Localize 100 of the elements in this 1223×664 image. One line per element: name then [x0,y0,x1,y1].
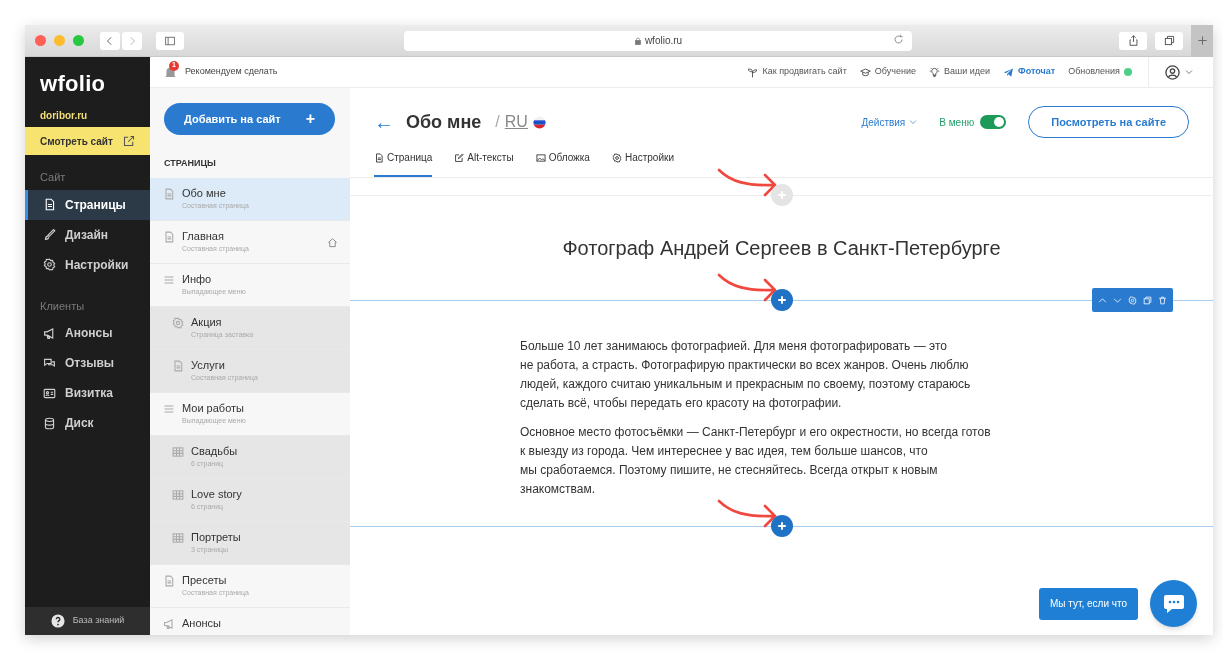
page-title: Услуги [191,357,226,373]
paragraph: Основное место фотосъёмки — Санкт-Петербург и его окрестности, но всегда готов к выезду из города. Чем интереснее у вас идея, тем больше шансов, что мы сработаемся. Поэтому пишите, не стесняйтесь. Всегда открыт к новым знакомствам. [520,424,992,498]
sidebar-item[interactable]: Дизайн [25,219,150,250]
trash-icon [1158,295,1167,305]
sidebar-item[interactable]: Визитка [25,378,150,408]
knowledge-base-link[interactable]: База знаний [25,607,150,635]
site-domain: doribor.ru [39,109,89,123]
address-text: wfolio.ru [644,34,683,48]
hamburger-icon [163,273,175,286]
header-link[interactable]: Обновления [1068,65,1132,79]
megaphone-icon [163,617,175,630]
grid-icon [172,445,184,458]
chat-bubble-icon [1162,593,1185,614]
actions-dropdown[interactable]: Действия [861,114,918,130]
share-button[interactable] [1119,31,1147,50]
tabs-icon [1163,35,1175,46]
page-title: Анонсы [182,615,222,631]
editor-tab[interactable]: Настройки [611,150,674,177]
chevron-right-icon [127,35,137,46]
header-link[interactable]: Обучение [859,65,916,79]
section-heading: СТРАНИЦЫ [163,157,217,170]
tabs-button[interactable] [1155,31,1183,50]
header-link[interactable]: Как продвигать сайт [747,65,847,79]
plus-icon [776,190,787,200]
account-menu-button[interactable] [1165,64,1193,80]
page-title: Главная [182,228,225,244]
document-icon [163,574,175,587]
chevron-down-icon [909,118,918,126]
in-menu-label: В меню [939,115,975,130]
chevron-up-icon [1098,295,1107,305]
sidebar-item[interactable]: Настройки [25,249,150,280]
light-bulb-icon [928,66,940,78]
database-icon [43,416,56,430]
page-title: Пресеты [182,572,228,588]
chat-button[interactable] [1150,580,1197,627]
sidebar-item[interactable]: Отзывы [25,348,150,378]
address-bar[interactable]: wfolio.ru [404,30,912,51]
external-link-icon [123,135,135,147]
document-icon [163,187,175,200]
edit-icon [454,152,465,163]
document-icon [163,230,175,243]
gear-icon [43,258,56,271]
page-title: Акция [191,314,223,330]
paper-plane-icon [1003,66,1014,78]
sidebar-item[interactable]: Анонсы [25,318,150,348]
chat-prompt-button[interactable]: Мы тут, если что [1038,587,1138,620]
sidebar-item[interactable]: Диск [25,408,150,438]
help-icon [50,614,65,628]
flag-icon [532,115,546,129]
speech-bubbles-icon [43,356,56,370]
sprout-icon [747,66,759,78]
document-icon [374,152,384,163]
page-title: Инфо [182,271,213,287]
graduation-cap-icon [859,66,871,78]
document-icon [43,198,56,211]
plus-icon [776,521,787,531]
reload-icon [893,33,904,45]
gear-icon [611,152,622,163]
grid-icon [172,531,184,544]
gear-icon [172,316,184,329]
plus-icon [1196,35,1208,46]
paragraph: Больше 10 лет занимаюсь фотографией. Для меня фотографировать — это не работа, а страсть. Фотографирую практически во всех жанров. Очень люблю людей, каждого считаю уникальным и прекрасным по своему, поэтому стараюсь сделать всё, чтобы передать его красоту на фотографии. [520,338,972,412]
sidebar-icon [164,35,176,46]
new-tab-button[interactable] [1191,25,1213,57]
back-button[interactable] [100,31,120,50]
breadcrumb-separator: / [495,112,500,132]
view-site-link[interactable]: Смотреть сайт [25,127,150,155]
sidebar-toggle-button[interactable] [156,31,184,50]
chevron-down-icon [1113,295,1122,305]
page-title: Обо мне [182,185,227,201]
sidebar-item[interactable]: Страницы [25,189,150,220]
hamburger-icon [163,402,175,415]
page-title: Свадьбы [191,443,239,459]
section-label: Сайт [39,170,67,185]
megaphone-icon [43,326,56,340]
gear-icon [1128,295,1137,305]
lock-icon [633,36,642,45]
header-link[interactable]: Ваши идеи [928,65,990,79]
brush-icon [43,228,56,241]
user-icon [1165,64,1180,80]
language-link[interactable]: RU [504,110,528,134]
editor-tab[interactable]: Alt-тексты [454,150,514,177]
picture-icon [535,152,546,163]
id-card-icon [43,386,56,400]
header-link[interactable]: Фоточат [1003,65,1056,79]
document-icon [172,359,184,372]
add-to-site-button[interactable]: Добавить на сайт + [164,103,335,135]
plus-icon [776,295,787,305]
chevron-down-icon [1185,68,1193,76]
window-control[interactable] [35,35,46,46]
heading: Фотограф Андрей Сергеев в Санкт-Петербурге [561,236,1002,261]
page-title: Обо мне [406,110,482,134]
page-title: Love story [191,486,243,502]
section-label: Клиенты [39,298,86,314]
in-menu-toggle[interactable] [980,115,1007,129]
editor-tab[interactable]: Страница [374,150,433,177]
editor-tab[interactable]: Обложка [535,150,590,177]
chevron-left-icon [105,35,115,46]
page-title: Портреты [191,529,242,545]
logo: wfolio [39,70,107,98]
